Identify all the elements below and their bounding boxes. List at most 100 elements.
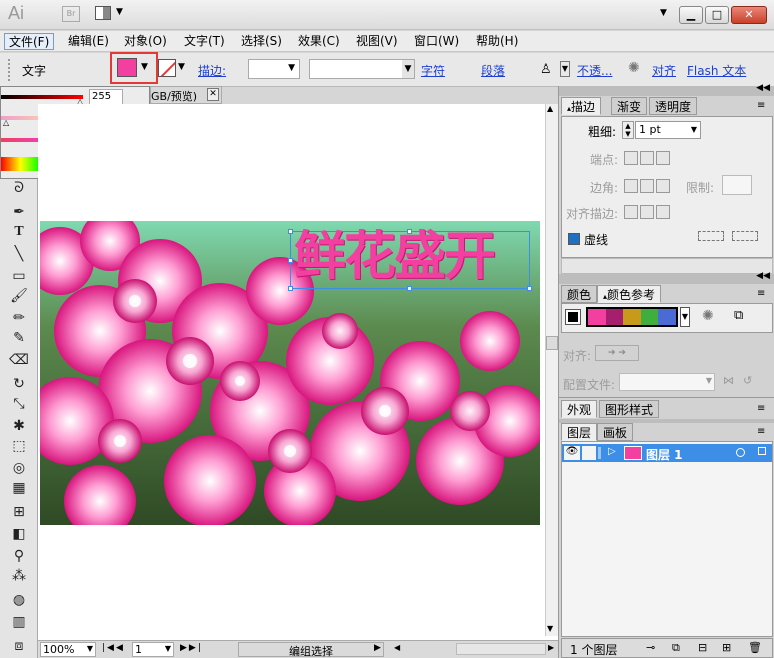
opacity-link[interactable]: 不透... [577,62,612,79]
pencil-icon[interactable]: ✏ [8,309,30,327]
tab-transparency[interactable]: 透明度 [649,97,698,115]
perspective-grid-icon[interactable]: ▦ [8,479,30,497]
chevron-down-icon[interactable]: ▼ [560,61,570,77]
minimize-button[interactable]: ▁ [679,6,703,24]
line-icon[interactable]: ╲ [8,245,30,263]
gradient-icon[interactable]: ◧ [8,525,30,543]
make-clipping-mask-icon[interactable]: ⧉ [672,641,680,655]
document-tab[interactable]: GB/预览) ✕ [150,86,222,104]
harmony-swatch[interactable] [640,309,659,325]
blob-brush-icon[interactable]: ✎ [8,329,30,347]
variable-width-dropdown[interactable]: ▼ [309,59,415,79]
free-transform-icon[interactable]: ⬚ [8,437,30,455]
paintbrush-icon[interactable]: 🖌 [8,287,30,305]
type-tool-icon[interactable]: T [8,223,30,241]
menu-effect[interactable]: 效果(C) [294,33,344,50]
headline-text[interactable]: 鲜花盛开 [294,225,496,289]
lock-toggle[interactable] [582,446,596,460]
dash-gap-fields[interactable] [561,258,773,274]
menu-view[interactable]: 视图(V) [352,33,402,50]
dash-preset-icon[interactable] [698,231,724,241]
maximize-button[interactable]: □ [705,6,729,24]
align-inside-icon[interactable] [640,205,654,219]
eraser-icon[interactable]: ⌫ [8,351,30,369]
round-join-icon[interactable] [640,179,654,193]
column-graph-icon[interactable]: ▥ [8,613,30,631]
flower-photo[interactable]: 鲜花盛开 [40,221,540,525]
collapse-icon[interactable]: ◀◀ [756,271,770,281]
first-prev-page-icon[interactable]: |◀◀ [102,643,125,653]
stroke-weight-dropdown[interactable]: ▼ [248,59,300,79]
scroll-left-icon[interactable]: ◀ [394,643,400,652]
tab-stroke[interactable]: ▴描边 [561,97,602,115]
harmony-swatch[interactable] [623,309,641,325]
tab-artboards[interactable]: 画板 [597,423,634,441]
shape-builder-icon[interactable]: ◎ [8,459,30,477]
lasso-icon[interactable]: ᘐ [8,179,30,197]
new-layer-icon[interactable]: ⊞ [722,641,731,654]
layer-name[interactable]: 图层 1 [646,446,683,463]
tab-color[interactable]: 颜色 [561,285,598,303]
selection-handle[interactable] [288,258,293,263]
miter-join-icon[interactable] [624,179,638,193]
character-link[interactable]: 字符 [421,62,445,79]
pen-icon[interactable]: ✒ [8,203,30,221]
edit-colors-icon[interactable]: ✺ [702,308,714,324]
flash-text-link[interactable]: Flash 文本 [687,62,746,79]
tab-color-guide[interactable]: ▴颜色参考 [597,285,662,303]
chevron-down-icon[interactable]: ▼ [116,7,123,17]
menu-edit[interactable]: 编辑(E) [64,33,113,50]
harmony-swatch[interactable] [658,309,676,325]
panel-menu-icon[interactable]: ≡ [757,403,765,414]
bevel-join-icon[interactable] [656,179,670,193]
selection-handle[interactable] [407,286,412,291]
refresh-icon[interactable]: ↺ [743,374,752,387]
tab-layers[interactable]: 图层 [561,423,598,441]
artboard-icon[interactable]: ⧈ [8,637,30,655]
menu-select[interactable]: 选择(S) [237,33,286,50]
status-arrow-icon[interactable]: ▶ [374,643,381,653]
base-color-swatch[interactable] [565,309,581,325]
harmony-swatch[interactable] [588,309,606,325]
eyedropper-icon[interactable]: ⚲ [8,547,30,565]
stroke-dropdown-icon[interactable]: ▼ [178,62,185,72]
harmony-swatches[interactable] [586,307,678,327]
selection-handle[interactable] [288,286,293,291]
profile-dropdown[interactable]: ▼ [619,373,715,391]
menu-type[interactable]: 文字(T) [180,33,229,50]
new-sublayer-icon[interactable]: ⊟ [698,641,707,654]
panel-menu-icon[interactable]: ≡ [757,288,765,299]
close-icon[interactable]: ✕ [207,88,219,101]
menu-help[interactable]: 帮助(H) [472,33,522,50]
bridge-button[interactable]: Br [62,6,80,22]
zoom-dropdown[interactable]: 100% ▼ [40,642,96,657]
workspace-dropdown-icon[interactable]: ▼ [660,8,667,18]
collapse-icon[interactable]: ◀◀ [756,83,770,93]
target-icon[interactable] [736,448,745,457]
close-button[interactable]: ✕ [731,6,767,24]
selection-handle[interactable] [407,229,412,234]
vertical-scrollbar[interactable]: ▲ ▼ [545,104,558,636]
selection-handle[interactable] [527,286,532,291]
align-link[interactable]: 对齐 [652,62,676,79]
round-cap-icon[interactable] [640,151,654,165]
paragraph-link[interactable]: 段落 [481,62,505,79]
page-dropdown[interactable]: 1 ▼ [132,642,174,657]
red-slider[interactable] [1,95,83,99]
menu-window[interactable]: 窗口(W) [410,33,463,50]
blend-icon[interactable]: ⁂ [8,567,30,585]
menu-object[interactable]: 对象(O) [120,33,171,50]
tab-gradient[interactable]: 渐变 [611,97,648,115]
scroll-up-icon[interactable]: ▲ [547,104,553,113]
chevron-down-icon[interactable]: ▼ [680,307,690,327]
delete-layer-icon[interactable]: 🗑 [748,641,762,654]
envelope-icon[interactable]: ♙ [540,62,552,77]
menu-file[interactable]: 文件(F) [4,33,55,50]
selection-indicator[interactable] [758,447,766,455]
red-value[interactable]: 255 [89,89,123,105]
layer-row[interactable]: 👁 ▷ 图层 1 [562,444,772,462]
eye-icon[interactable]: 👁 [564,446,580,460]
locate-object-icon[interactable]: ⊸ [646,641,655,654]
tab-appearance[interactable]: 外观 [561,400,598,418]
dashed-line-checkbox[interactable] [568,233,580,245]
